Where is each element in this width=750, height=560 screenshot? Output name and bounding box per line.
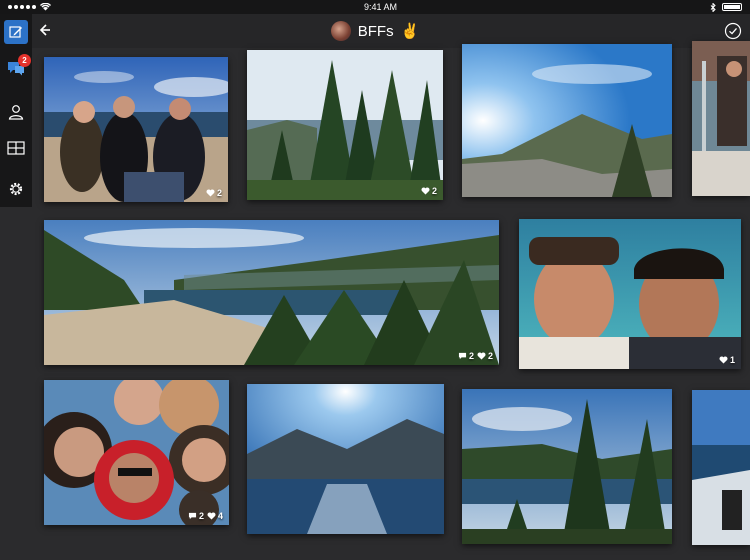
- battery-icon: [722, 3, 742, 11]
- contacts-button[interactable]: [4, 100, 28, 124]
- signal-strength-icon: [8, 5, 36, 9]
- photo-tile-2[interactable]: 2: [247, 50, 443, 200]
- like-count[interactable]: 2: [421, 186, 437, 196]
- likes-text: 2: [216, 188, 222, 198]
- person-icon: [8, 105, 24, 120]
- sidebar: 2: [0, 14, 32, 207]
- comments-text: 2: [468, 351, 474, 361]
- photo-stats: 1: [719, 355, 735, 365]
- heart-icon: [719, 356, 728, 364]
- photo-tile-8[interactable]: [247, 384, 444, 534]
- wifi-icon: [40, 3, 51, 11]
- heart-icon: [421, 187, 430, 195]
- photo-stats: 2: [421, 186, 437, 196]
- photo-tile-10[interactable]: [692, 390, 750, 545]
- photo-image: [44, 57, 228, 202]
- likes-text: 2: [431, 186, 437, 196]
- like-count[interactable]: 4: [207, 511, 223, 521]
- settings-button[interactable]: [4, 177, 28, 201]
- photo-tile-5[interactable]: 2 2: [44, 220, 499, 365]
- album-header: BFFs ✌️: [0, 14, 750, 48]
- bluetooth-icon: [710, 2, 716, 12]
- photo-stats: 2 4: [188, 511, 223, 521]
- gear-icon: [9, 182, 23, 196]
- photo-tile-4[interactable]: [692, 41, 750, 196]
- photo-stats: 2: [206, 188, 222, 198]
- peace-emoji: ✌️: [400, 23, 420, 40]
- grid-view-button[interactable]: [4, 136, 28, 160]
- messages-button[interactable]: 2: [4, 54, 31, 80]
- heart-icon: [206, 189, 215, 197]
- photo-image: [519, 219, 741, 369]
- like-count[interactable]: 2: [206, 188, 222, 198]
- comments-text: 2: [198, 511, 204, 521]
- status-time: 9:41 AM: [363, 2, 398, 12]
- back-arrow-icon[interactable]: [36, 22, 52, 38]
- comment-count[interactable]: 2: [188, 511, 204, 521]
- comment-icon: [458, 352, 467, 360]
- like-count[interactable]: 2: [477, 351, 493, 361]
- photo-tile-9[interactable]: [462, 389, 672, 544]
- album-avatar: [330, 21, 351, 41]
- photo-image: [462, 44, 672, 197]
- photo-image: [692, 390, 750, 545]
- like-count[interactable]: 1: [719, 355, 735, 365]
- checkmark-circle-icon[interactable]: [724, 22, 742, 40]
- heart-icon: [207, 512, 216, 520]
- heart-icon: [477, 352, 486, 360]
- signal-area: [8, 3, 51, 11]
- photo-image: [44, 380, 229, 525]
- grid-icon: [7, 141, 25, 155]
- photo-stats: 2 2: [458, 351, 493, 361]
- messages-badge: 2: [18, 54, 31, 67]
- photo-image: [462, 389, 672, 544]
- photo-tile-3[interactable]: [462, 44, 672, 197]
- comment-icon: [188, 512, 197, 520]
- photo-tile-6[interactable]: 1: [519, 219, 741, 369]
- comment-count[interactable]: 2: [458, 351, 474, 361]
- album-title-group[interactable]: BFFs ✌️: [0, 14, 750, 48]
- likes-text: 2: [487, 351, 493, 361]
- photo-image: [44, 220, 499, 365]
- photo-image: [247, 384, 444, 534]
- compose-icon: [9, 26, 22, 38]
- album-title: BFFs: [357, 22, 394, 40]
- photo-tile-1[interactable]: 2: [44, 57, 228, 202]
- likes-text: 4: [217, 511, 223, 521]
- status-bar: 9:41 AM: [0, 0, 750, 14]
- photo-image: [247, 50, 443, 200]
- compose-button[interactable]: [4, 20, 28, 44]
- photo-tile-7[interactable]: 2 4: [44, 380, 229, 525]
- status-right: [710, 2, 742, 12]
- photo-image: [692, 41, 750, 196]
- likes-text: 1: [729, 355, 735, 365]
